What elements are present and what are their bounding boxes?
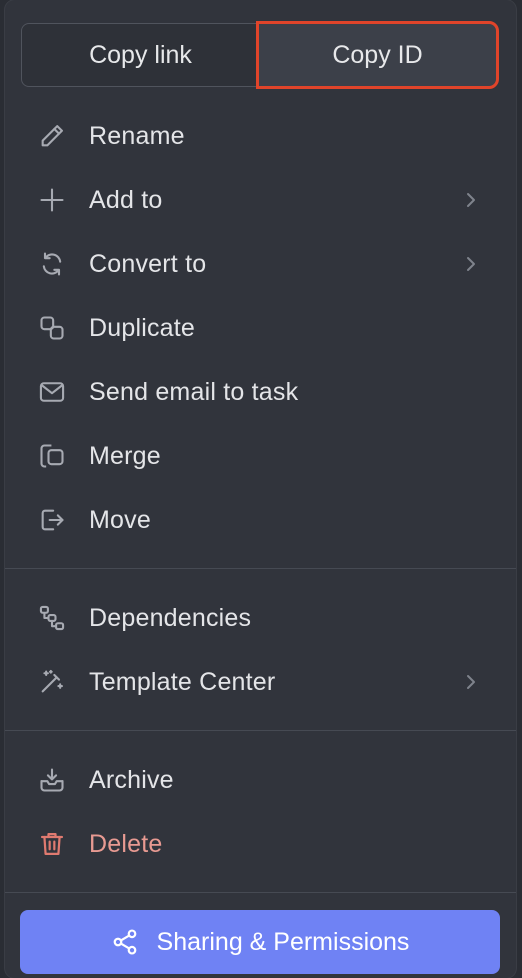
menu-item-label: Template Center [89, 667, 276, 696]
menu-item-label: Dependencies [89, 603, 252, 632]
plus-icon [37, 185, 67, 215]
menu-item-archive[interactable]: Archive [5, 750, 516, 810]
mail-icon [37, 377, 67, 407]
menu-item-dependencies[interactable]: Dependencies [5, 588, 516, 648]
archive-icon [37, 765, 67, 795]
menu-item-label: Move [89, 505, 151, 534]
menu-item-label: Rename [89, 121, 185, 150]
menu-item-send-email[interactable]: Send email to task [5, 362, 516, 422]
menu-item-label: Duplicate [89, 313, 196, 342]
merge-icon [37, 441, 67, 471]
menu-item-label: Send email to task [89, 377, 299, 406]
copy-id-button[interactable]: Copy ID [256, 21, 499, 89]
trash-icon [37, 829, 67, 859]
copy-segmented-control: Copy link Copy ID [21, 21, 499, 89]
share-icon [111, 928, 139, 956]
menu-item-move[interactable]: Move [5, 490, 516, 550]
menu-item-merge[interactable]: Merge [5, 426, 516, 486]
menu-item-template-center[interactable]: Template Center [5, 652, 516, 712]
chevron-right-icon [464, 190, 478, 210]
menu-item-label: Add to [89, 185, 163, 214]
sharing-permissions-button[interactable]: Sharing & Permissions [20, 910, 500, 974]
menu-item-rename[interactable]: Rename [5, 106, 516, 166]
dependencies-icon [37, 603, 67, 633]
chevron-right-icon [464, 672, 478, 692]
sharing-permissions-label: Sharing & Permissions [156, 927, 410, 956]
menu-item-label: Convert to [89, 249, 207, 278]
menu-item-label: Archive [89, 765, 174, 794]
duplicate-icon [37, 313, 67, 343]
copy-link-button[interactable]: Copy link [22, 24, 259, 86]
menu-item-add-to[interactable]: Add to [5, 170, 516, 230]
menu-item-label: Delete [89, 829, 163, 858]
magic-wand-icon [37, 667, 67, 697]
divider [5, 730, 516, 731]
move-icon [37, 505, 67, 535]
menu-item-convert-to[interactable]: Convert to [5, 234, 516, 294]
menu-item-delete[interactable]: Delete [5, 814, 516, 874]
menu-item-duplicate[interactable]: Duplicate [5, 298, 516, 358]
convert-icon [37, 249, 67, 279]
pencil-icon [37, 121, 67, 151]
menu-item-label: Merge [89, 441, 161, 470]
divider [5, 892, 516, 893]
chevron-right-icon [464, 254, 478, 274]
context-menu: Copy link Copy ID Rename Add to Convert … [5, 0, 516, 978]
divider [5, 568, 516, 569]
